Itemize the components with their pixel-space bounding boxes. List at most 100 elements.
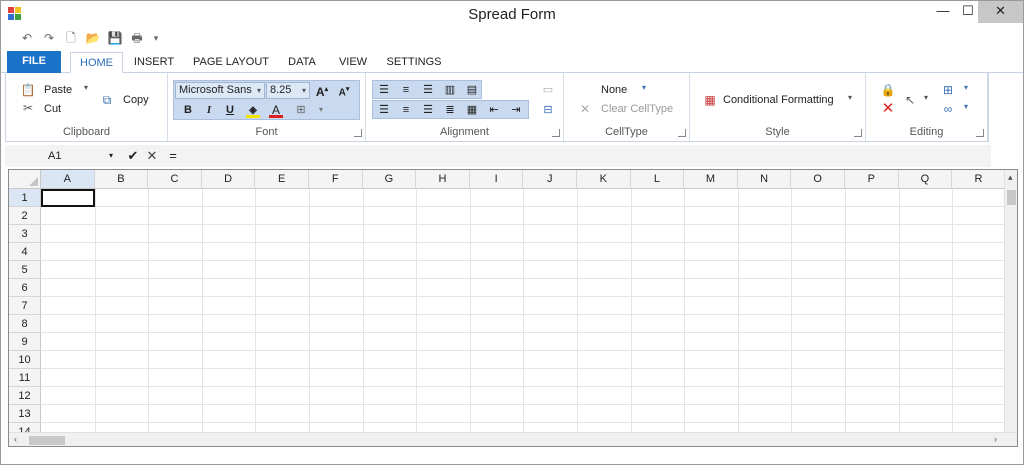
row-header[interactable]: 13 bbox=[9, 405, 41, 423]
alignment-dialog-launcher-icon[interactable] bbox=[552, 129, 560, 137]
new-file-icon[interactable]: 🗋 bbox=[63, 31, 79, 45]
select-dropdown-icon[interactable]: ▾ bbox=[924, 93, 928, 102]
font-color-button[interactable]: A bbox=[268, 102, 284, 118]
style-dialog-launcher-icon[interactable] bbox=[854, 129, 862, 137]
open-folder-icon[interactable]: 📂 bbox=[85, 31, 101, 45]
row-header[interactable]: 10 bbox=[9, 351, 41, 369]
row-header[interactable]: 7 bbox=[9, 297, 41, 315]
tab-view[interactable]: VIEW bbox=[331, 52, 375, 73]
active-cell[interactable] bbox=[41, 189, 95, 207]
tab-data[interactable]: DATA bbox=[281, 52, 323, 73]
confirm-icon[interactable]: ✔ bbox=[125, 147, 141, 165]
formula-input[interactable] bbox=[191, 147, 989, 165]
distribute-horizontal-icon[interactable]: ▦ bbox=[464, 102, 480, 118]
vertical-scrollbar[interactable]: ▴ bbox=[1004, 170, 1017, 432]
column-header[interactable]: G bbox=[362, 170, 417, 189]
customize-qat-icon[interactable]: ▾ bbox=[151, 31, 161, 45]
distribute-vertical-icon[interactable]: ▤ bbox=[464, 82, 480, 98]
decrease-indent-icon[interactable]: ⇤ bbox=[486, 102, 502, 118]
close-button[interactable]: ✕ bbox=[978, 1, 1023, 23]
column-header[interactable]: E bbox=[255, 170, 309, 189]
justify-icon[interactable]: ≣ bbox=[442, 102, 458, 118]
align-middle-icon[interactable]: ≡ bbox=[398, 82, 414, 98]
borders-dropdown-icon[interactable]: ▾ bbox=[313, 102, 329, 118]
align-left-icon[interactable]: ☰ bbox=[376, 102, 392, 118]
celltype-dropdown-icon[interactable]: ▾ bbox=[642, 83, 646, 92]
tab-page-layout[interactable]: PAGE LAYOUT bbox=[189, 52, 273, 73]
celltype-value[interactable]: None bbox=[601, 84, 627, 96]
column-header[interactable]: D bbox=[201, 170, 256, 189]
horizontal-scrollbar[interactable]: ‹ › bbox=[9, 432, 1017, 446]
fill-color-button[interactable]: ◈ bbox=[245, 102, 261, 118]
column-header[interactable]: P bbox=[845, 170, 899, 189]
scroll-up-icon[interactable]: ▴ bbox=[1008, 172, 1013, 183]
select-pointer-icon[interactable]: ↖ bbox=[902, 92, 918, 108]
row-header[interactable]: 2 bbox=[9, 207, 41, 225]
shrink-font-button[interactable]: A▾ bbox=[336, 82, 352, 98]
paste-dropdown-icon[interactable]: ▾ bbox=[84, 83, 88, 92]
delete-icon[interactable]: ✕ bbox=[880, 101, 896, 117]
cancel-icon[interactable]: ✕ bbox=[144, 147, 160, 165]
font-size-combo[interactable]: 8.25 ▾ bbox=[266, 82, 310, 99]
grow-font-button[interactable]: A▴ bbox=[314, 82, 330, 99]
editing-dialog-launcher-icon[interactable] bbox=[976, 129, 984, 137]
row-header[interactable]: 8 bbox=[9, 315, 41, 333]
row-header[interactable]: 4 bbox=[9, 243, 41, 261]
align-center-icon[interactable]: ≡ bbox=[398, 102, 414, 118]
find-dropdown-icon[interactable]: ▾ bbox=[964, 102, 968, 111]
conditional-formatting-button[interactable]: Conditional Formatting bbox=[723, 94, 834, 106]
column-header[interactable]: H bbox=[416, 170, 470, 189]
column-header[interactable]: R bbox=[952, 170, 1006, 189]
find-binoculars-icon[interactable]: ∞ bbox=[940, 101, 956, 117]
select-all-corner[interactable] bbox=[9, 170, 41, 189]
scroll-right-icon[interactable]: › bbox=[994, 434, 997, 444]
column-header[interactable]: N bbox=[737, 170, 792, 189]
insert-function-icon[interactable]: = bbox=[165, 147, 181, 165]
copy-button[interactable]: Copy bbox=[123, 94, 149, 106]
row-header[interactable]: 5 bbox=[9, 261, 41, 279]
borders-icon[interactable]: ⊞ bbox=[293, 102, 309, 118]
align-top-icon[interactable]: ☰ bbox=[376, 82, 392, 98]
vertical-scroll-thumb[interactable] bbox=[1007, 190, 1016, 205]
wrap-text-icon[interactable]: ▭ bbox=[540, 82, 556, 98]
undo-icon[interactable]: ↶ bbox=[19, 31, 35, 45]
justify-vertical-icon[interactable]: ▥ bbox=[442, 82, 458, 98]
column-header[interactable]: Q bbox=[898, 170, 953, 189]
conditional-formatting-dropdown-icon[interactable]: ▾ bbox=[848, 93, 852, 102]
row-header[interactable]: 1 bbox=[9, 189, 41, 207]
column-header[interactable]: F bbox=[309, 170, 363, 189]
italic-button[interactable]: I bbox=[201, 102, 217, 118]
column-header[interactable]: A bbox=[41, 170, 95, 189]
tab-file[interactable]: FILE bbox=[7, 51, 61, 73]
print-icon[interactable]: 🖶 bbox=[129, 31, 145, 45]
column-header[interactable]: K bbox=[577, 170, 631, 189]
align-right-icon[interactable]: ☰ bbox=[420, 102, 436, 118]
column-header[interactable]: B bbox=[94, 170, 149, 189]
save-icon[interactable]: 💾 bbox=[107, 31, 123, 45]
merge-cells-icon[interactable]: ⊟ bbox=[540, 102, 556, 118]
row-header[interactable]: 11 bbox=[9, 369, 41, 387]
clear-celltype-button[interactable]: Clear CellType bbox=[601, 103, 673, 115]
sort-icon[interactable]: ⊞ bbox=[940, 82, 956, 98]
tab-settings[interactable]: SETTINGS bbox=[381, 52, 447, 73]
tab-home[interactable]: HOME bbox=[70, 52, 123, 73]
font-dialog-launcher-icon[interactable] bbox=[354, 129, 362, 137]
column-header[interactable]: O bbox=[791, 170, 845, 189]
sort-dropdown-icon[interactable]: ▾ bbox=[964, 83, 968, 92]
column-header[interactable]: I bbox=[469, 170, 524, 189]
font-name-combo[interactable]: Microsoft Sans ▾ bbox=[175, 82, 265, 99]
column-header[interactable]: L bbox=[630, 170, 685, 189]
name-box[interactable]: A1 ▾ bbox=[43, 147, 117, 165]
row-header[interactable]: 12 bbox=[9, 387, 41, 405]
align-bottom-icon[interactable]: ☰ bbox=[420, 82, 436, 98]
minimize-button[interactable]: — bbox=[929, 1, 957, 23]
spreadsheet-grid[interactable]: ABCDEFGHIJKLMNOPQR 123456789101112131415… bbox=[8, 169, 1018, 447]
horizontal-scroll-thumb[interactable] bbox=[29, 436, 65, 445]
name-box-dropdown-icon[interactable]: ▾ bbox=[109, 147, 113, 165]
row-header[interactable]: 3 bbox=[9, 225, 41, 243]
bold-button[interactable]: B bbox=[180, 102, 196, 118]
underline-button[interactable]: U bbox=[222, 102, 238, 118]
cut-button[interactable]: Cut bbox=[44, 103, 61, 115]
row-header[interactable]: 9 bbox=[9, 333, 41, 351]
increase-indent-icon[interactable]: ⇥ bbox=[508, 102, 524, 118]
